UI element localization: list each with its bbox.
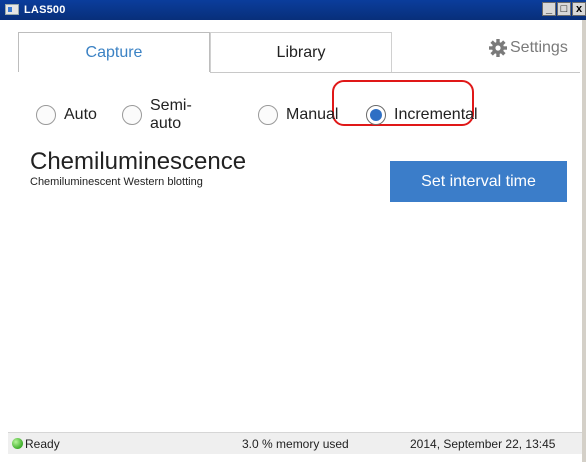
close-button[interactable]: x: [572, 2, 586, 16]
settings-label: Settings: [510, 39, 568, 56]
tab-divider: [210, 72, 580, 73]
status-indicator-icon: [12, 438, 23, 449]
radio-label: Manual: [286, 106, 339, 123]
mode-title: Chemiluminescence: [30, 148, 247, 175]
minimize-button[interactable]: _: [542, 2, 556, 16]
main-panel: Capture Library Settings Auto Semi-auto …: [8, 20, 582, 462]
maximize-button[interactable]: □: [557, 2, 571, 16]
radio-manual[interactable]: Manual: [258, 104, 338, 126]
radio-circle-selected: [366, 105, 386, 125]
mode-subtitle: Chemiluminescent Western blotting: [30, 176, 203, 188]
title-bar: LAS500 _ □ x: [0, 0, 586, 20]
set-interval-time-button[interactable]: Set interval time: [390, 161, 567, 202]
radio-circle: [258, 105, 278, 125]
settings-button[interactable]: Settings: [488, 36, 568, 60]
tab-library[interactable]: Library: [210, 32, 392, 72]
tab-capture[interactable]: Capture: [18, 32, 210, 72]
status-bar: Ready 3.0 % memory used 2014, September …: [8, 432, 582, 454]
window-title: LAS500: [24, 4, 66, 16]
radio-label: Incremental: [394, 106, 478, 123]
radio-incremental[interactable]: Incremental: [366, 104, 478, 126]
radio-label: Auto: [64, 106, 97, 123]
gear-icon: [489, 39, 507, 57]
radio-label: Semi-auto: [150, 97, 192, 132]
radio-circle: [36, 105, 56, 125]
memory-usage: 3.0 % memory used: [242, 437, 349, 451]
window-border: [582, 20, 586, 462]
window-controls: _ □ x: [541, 2, 586, 18]
app-icon: [5, 4, 19, 15]
status-datetime: 2014, September 22, 13:45: [410, 437, 556, 451]
status-text: Ready: [25, 437, 60, 451]
radio-semi-auto[interactable]: Semi-auto: [122, 97, 192, 132]
radio-auto[interactable]: Auto: [36, 104, 97, 126]
radio-circle: [122, 105, 142, 125]
